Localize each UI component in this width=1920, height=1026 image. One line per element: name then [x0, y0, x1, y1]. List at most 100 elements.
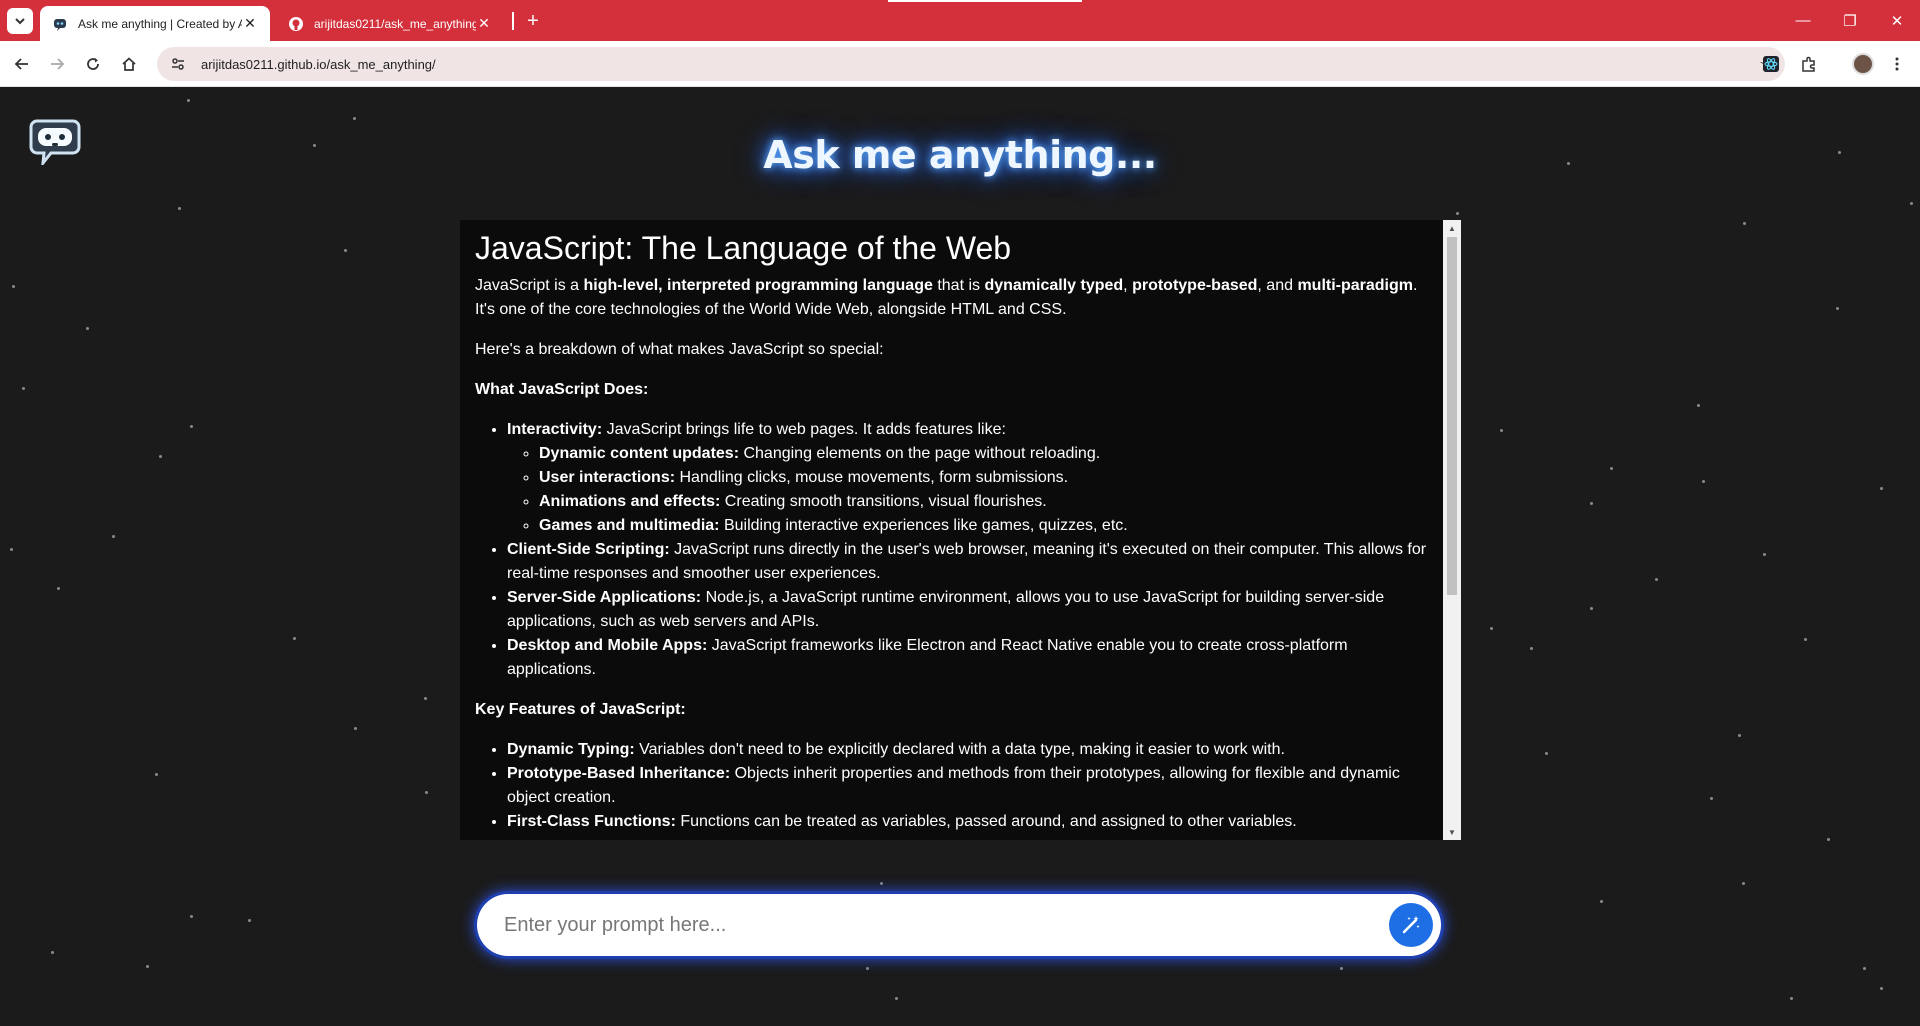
robot-favicon-icon	[52, 16, 68, 32]
star-dot	[22, 387, 25, 390]
page-title: Ask me anything...	[763, 133, 1157, 177]
star-dot	[880, 882, 883, 885]
star-dot	[1610, 467, 1613, 470]
star-dot	[1710, 797, 1713, 800]
star-dot	[1545, 752, 1548, 755]
arrow-right-icon	[51, 58, 65, 70]
react-icon	[1763, 56, 1779, 72]
star-dot	[1763, 553, 1766, 556]
star-dot	[1590, 607, 1593, 610]
list-item: Server-Side Applications: Node.js, a Jav…	[507, 586, 1429, 634]
browser-menu-button[interactable]	[1883, 50, 1911, 78]
close-icon[interactable]: ✕	[242, 15, 258, 32]
star-dot	[354, 727, 357, 730]
scrollbar-thumb[interactable]	[1447, 237, 1457, 595]
key-features-list: Dynamic Typing: Variables don't need to …	[507, 738, 1429, 834]
star-dot	[1490, 627, 1493, 630]
star-dot	[1738, 734, 1741, 737]
restore-icon: ❐	[1843, 12, 1857, 30]
browser-tab-strip: Ask me anything | Created by A ✕ arijitd…	[0, 0, 1920, 41]
minimize-button[interactable]: —	[1780, 0, 1826, 41]
star-dot	[1827, 838, 1830, 841]
tab-ask-me-anything[interactable]: Ask me anything | Created by A ✕	[40, 6, 270, 41]
extensions-button[interactable]	[1795, 50, 1823, 78]
section-heading: What JavaScript Does:	[475, 381, 649, 398]
star-dot	[57, 587, 60, 590]
app-page: Ask me anything... JavaScript: The Langu…	[0, 87, 1920, 1026]
star-dot	[178, 207, 181, 210]
star-dot	[1530, 647, 1533, 650]
star-dot	[1790, 997, 1793, 1000]
address-bar[interactable]: arijitdas0211.github.io/ask_me_anything/…	[157, 47, 1785, 81]
restore-button[interactable]: ❐	[1827, 0, 1873, 41]
star-dot	[293, 637, 296, 640]
star-dot	[1863, 967, 1866, 970]
list-item: Interactivity: JavaScript brings life to…	[507, 418, 1429, 538]
star-dot	[1456, 212, 1459, 215]
puzzle-icon	[1802, 56, 1815, 72]
section-heading: Key Features of JavaScript:	[475, 701, 686, 718]
star-dot	[895, 997, 898, 1000]
star-dot	[866, 967, 869, 970]
magic-wand-icon	[1402, 916, 1420, 934]
list-item: Desktop and Mobile Apps: JavaScript fram…	[507, 634, 1429, 682]
tab-title: arijitdas0211/ask_me_anything:	[314, 16, 476, 31]
sub-list: Dynamic content updates: Changing elemen…	[539, 442, 1429, 538]
feature-list: Interactivity: JavaScript brings life to…	[507, 418, 1429, 682]
star-dot	[1655, 578, 1658, 581]
tab-github-repo[interactable]: arijitdas0211/ask_me_anything: ✕	[276, 6, 504, 41]
close-icon[interactable]: ✕	[476, 15, 492, 32]
tab-search-button[interactable]	[7, 8, 33, 34]
star-dot	[155, 773, 158, 776]
react-devtools-extension[interactable]	[1757, 50, 1785, 78]
list-item: User interactions: Handling clicks, mous…	[539, 466, 1429, 490]
list-item: Games and multimedia: Building interacti…	[539, 514, 1429, 538]
close-window-button[interactable]: ✕	[1874, 0, 1920, 41]
star-dot	[1590, 502, 1593, 505]
chevron-down-icon	[15, 18, 25, 25]
arrow-left-icon	[14, 58, 28, 70]
generate-button[interactable]	[1389, 903, 1433, 947]
star-dot	[1702, 480, 1705, 483]
star-dot	[1500, 429, 1503, 432]
star-dot	[353, 117, 356, 120]
star-dot	[344, 249, 347, 252]
star-dot	[1804, 638, 1807, 641]
star-dot	[1880, 487, 1883, 490]
back-button[interactable]	[8, 50, 36, 78]
response-intro: JavaScript is a high-level, interpreted …	[475, 277, 1418, 318]
site-info-icon[interactable]	[169, 55, 187, 73]
profile-avatar[interactable]	[1852, 53, 1874, 75]
reload-button[interactable]	[79, 50, 107, 78]
browser-toolbar: arijitdas0211.github.io/ask_me_anything/…	[0, 41, 1920, 87]
url-text[interactable]: arijitdas0211.github.io/ask_me_anything/	[201, 57, 1753, 72]
star-dot	[112, 535, 115, 538]
scroll-up-arrow-icon[interactable]: ▲	[1443, 220, 1461, 236]
tab-title: Ask me anything | Created by A	[78, 16, 242, 31]
list-item: Client-Side Scripting: JavaScript runs d…	[507, 538, 1429, 586]
response-content: JavaScript: The Language of the Web Java…	[460, 220, 1443, 840]
star-dot	[1910, 202, 1913, 205]
scroll-down-arrow-icon[interactable]: ▼	[1443, 824, 1461, 840]
prompt-input[interactable]	[477, 894, 1389, 956]
forward-button[interactable]	[43, 50, 71, 78]
more-vertical-icon	[1895, 57, 1899, 71]
star-dot	[1340, 967, 1343, 970]
star-dot	[1743, 222, 1746, 225]
star-dot	[12, 285, 15, 288]
new-tab-button[interactable]: +	[520, 8, 546, 34]
star-dot	[190, 425, 193, 428]
list-item: Dynamic content updates: Changing elemen…	[539, 442, 1429, 466]
tab-strip-highlight	[888, 0, 1082, 2]
response-scrollbar[interactable]: ▲ ▼	[1443, 220, 1461, 840]
star-dot	[187, 99, 190, 102]
list-item: Animations and effects: Creating smooth …	[539, 490, 1429, 514]
star-dot	[1742, 882, 1745, 885]
home-button[interactable]	[115, 50, 143, 78]
response-breakdown: Here's a breakdown of what makes JavaScr…	[475, 341, 884, 358]
star-dot	[190, 915, 193, 918]
star-dot	[1697, 404, 1700, 407]
star-dot	[424, 697, 427, 700]
response-panel: JavaScript: The Language of the Web Java…	[460, 220, 1461, 840]
prompt-bar	[477, 894, 1441, 956]
